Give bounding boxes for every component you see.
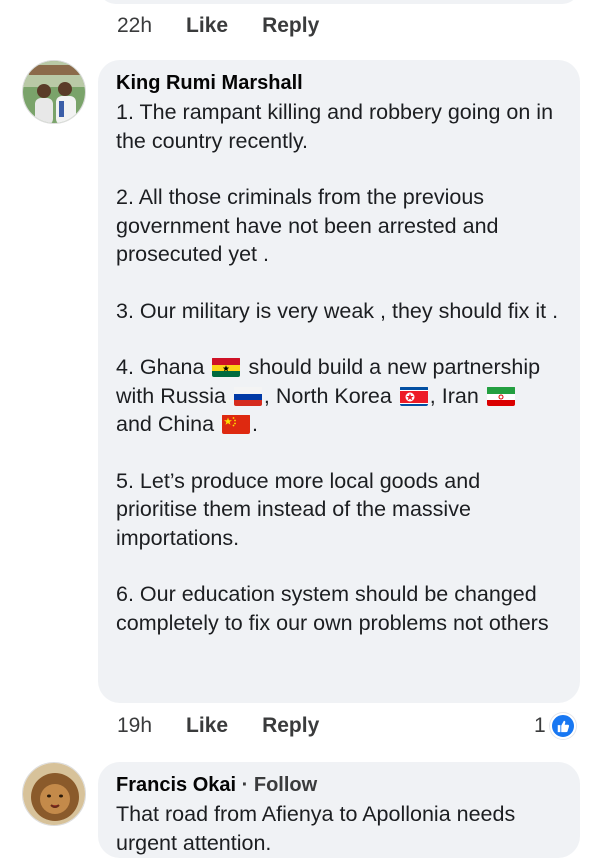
comment-bubble: King Rumi Marshall 1. The rampant killin… bbox=[98, 60, 580, 703]
iran-flag-icon bbox=[486, 386, 515, 406]
comment-body: 1. The rampant killing and robbery going… bbox=[116, 98, 562, 637]
comment-paragraph: 2. All those criminals from the previous… bbox=[116, 185, 499, 266]
comment-actions: 19h Like Reply bbox=[117, 714, 353, 738]
comment-time[interactable]: 19h bbox=[117, 714, 152, 738]
avatar[interactable] bbox=[22, 60, 86, 124]
paragraph-text: 4. Ghana bbox=[116, 355, 205, 379]
comment-paragraph: 6. Our education system should be change… bbox=[116, 582, 549, 635]
like-button[interactable]: Like bbox=[186, 714, 228, 738]
reply-button[interactable]: Reply bbox=[262, 14, 319, 38]
previous-comment-actions: 22h Like Reply bbox=[117, 14, 353, 38]
reaction-count: 1 bbox=[534, 714, 546, 737]
reply-button[interactable]: Reply bbox=[262, 714, 319, 738]
comment-paragraph: 4. Ghana should build a new partnership … bbox=[116, 353, 562, 439]
paragraph-text: and China bbox=[116, 412, 215, 436]
paragraph-text: , Iran bbox=[429, 383, 479, 408]
avatar[interactable] bbox=[22, 762, 86, 826]
comment-author[interactable]: Francis Okai bbox=[116, 774, 236, 796]
comment-text: That road from Afienya to Apollonia need… bbox=[116, 802, 516, 855]
paragraph-text: , North Korea bbox=[263, 383, 392, 408]
follow-button[interactable]: Follow bbox=[254, 774, 317, 796]
thumbs-up-icon bbox=[549, 713, 576, 739]
comment-paragraph: 3. Our military is very weak , they shou… bbox=[116, 298, 559, 323]
ghana-flag-icon bbox=[212, 357, 241, 377]
comment-bubble: Francis Okai · Follow That road from Afi… bbox=[98, 762, 580, 858]
separator-dot: · bbox=[241, 774, 249, 796]
comment-author[interactable]: King Rumi Marshall bbox=[116, 70, 562, 96]
paragraph-text: . bbox=[252, 412, 258, 436]
comment-paragraph: 5. Let’s produce more local goods and pr… bbox=[116, 468, 481, 550]
comment-time[interactable]: 22h bbox=[117, 14, 152, 38]
russia-flag-icon bbox=[233, 386, 262, 406]
comment-paragraph: 1. The rampant killing and robbery going… bbox=[116, 100, 554, 153]
china-flag-icon bbox=[222, 414, 251, 434]
reaction-summary[interactable]: 1 bbox=[534, 713, 576, 739]
avatar-photo-icon bbox=[23, 61, 85, 123]
north-korea-flag-icon bbox=[399, 386, 428, 406]
like-button[interactable]: Like bbox=[186, 14, 228, 38]
lion-photo-icon bbox=[23, 763, 85, 825]
comment-author-line: Francis Okai · Follow bbox=[116, 772, 562, 798]
previous-comment-bubble bbox=[98, 0, 580, 4]
